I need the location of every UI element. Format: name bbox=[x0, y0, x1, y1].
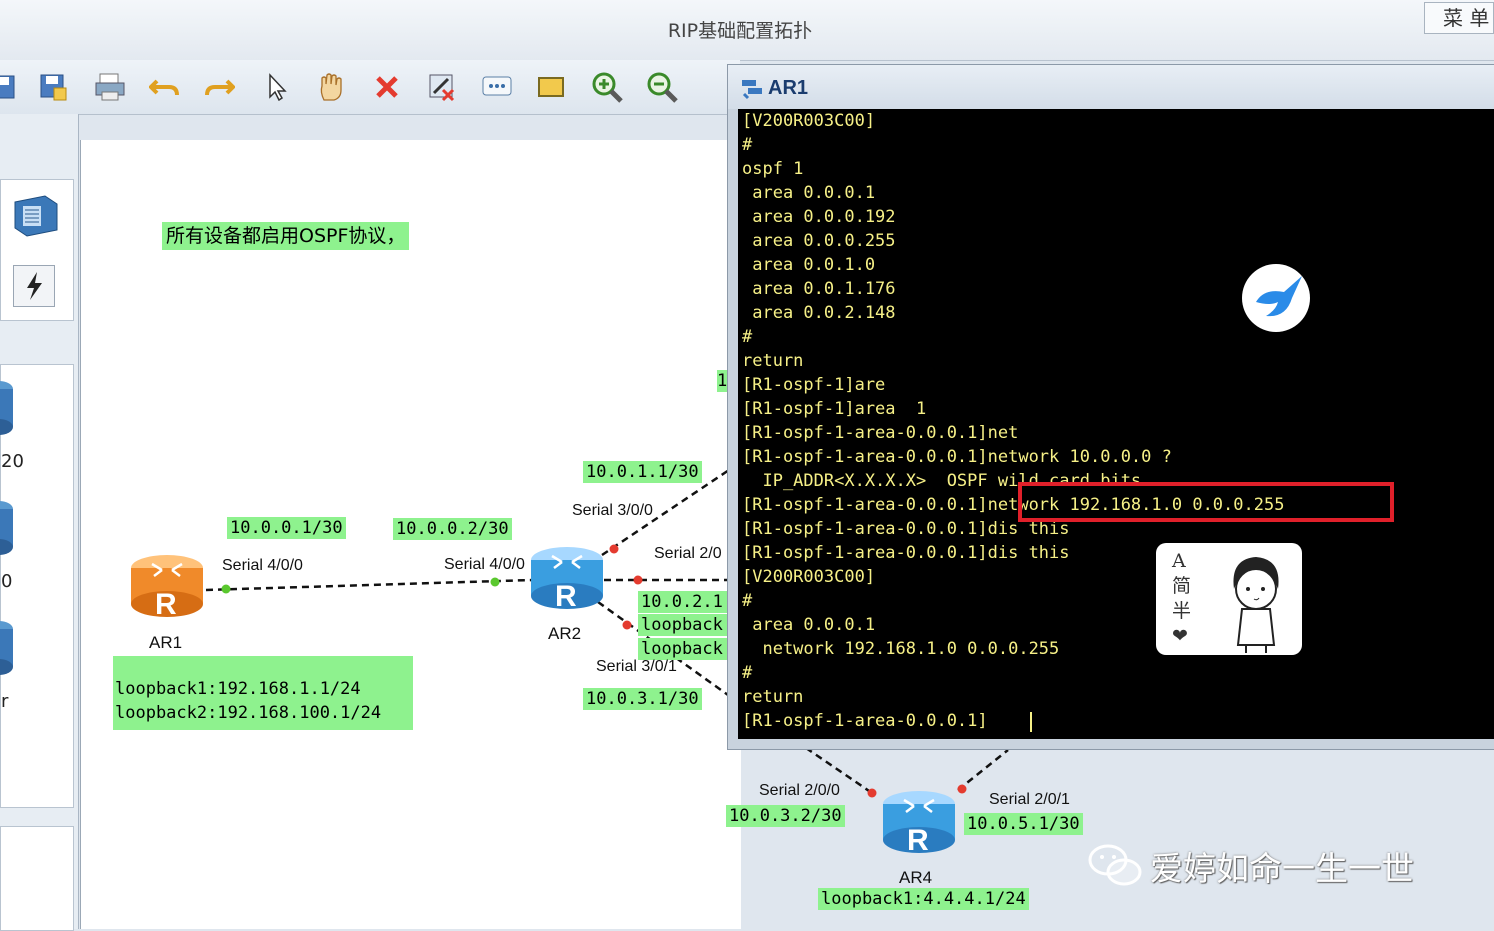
terminal-app-icon bbox=[740, 76, 766, 104]
ip-label: 10.0.5.1/30 bbox=[964, 813, 1083, 835]
terminal-line: area 0.0.0.192 bbox=[742, 207, 896, 227]
ip-label: 10.0.0.2/30 bbox=[393, 518, 512, 540]
router-ar1-icon[interactable]: R bbox=[128, 552, 206, 626]
port-dot bbox=[633, 575, 643, 585]
terminal-line: area 0.0.2.148 bbox=[742, 303, 896, 323]
terminal-line: ospf 1 bbox=[742, 159, 804, 179]
interface-label: Serial 2/0/0 bbox=[759, 782, 840, 799]
ip-label: 10.0.3.2/30 bbox=[726, 805, 845, 827]
port-dot bbox=[221, 584, 231, 594]
terminal-line: # bbox=[742, 327, 753, 347]
terminal-line: [V200R003C00] bbox=[742, 567, 876, 587]
svg-text:R: R bbox=[907, 824, 929, 857]
sticker-char: A bbox=[1172, 550, 1186, 572]
interface-label: Serial 4/0/0 bbox=[444, 556, 525, 573]
link-ar1-ar2 bbox=[205, 578, 533, 592]
terminal-line: area 0.0.1.176 bbox=[742, 279, 896, 299]
terminal-line: area 0.0.0.1 bbox=[742, 183, 876, 203]
terminal-line: return bbox=[742, 351, 804, 371]
sticker-char: 简 bbox=[1172, 575, 1192, 597]
sticker-char: ❤ bbox=[1172, 625, 1188, 647]
terminal-title: AR1 bbox=[768, 77, 809, 99]
watermark-text: 爱婷如命一生一世 bbox=[1150, 849, 1414, 888]
router-ar4-icon[interactable]: R bbox=[880, 788, 958, 862]
terminal-line: # bbox=[742, 135, 753, 155]
terminal-window[interactable]: AR1 [V200R003C00] # ospf 1 area 0.0.0.1 … bbox=[727, 64, 1494, 750]
interface-label: Serial 3/0/1 bbox=[596, 658, 677, 675]
ip-label: 1 bbox=[717, 370, 727, 392]
sticker-text: A 简 半 ❤ bbox=[1172, 549, 1191, 649]
terminal-output[interactable]: [V200R003C00] # ospf 1 area 0.0.0.1 area… bbox=[738, 109, 1494, 739]
cartoon-girl-icon bbox=[1216, 549, 1296, 657]
interface-label: Serial 4/0/0 bbox=[222, 557, 303, 574]
interface-label: Serial 3/0/0 bbox=[572, 502, 653, 519]
terminal-line: # bbox=[742, 591, 753, 611]
svg-text:R: R bbox=[155, 588, 177, 621]
ip-label: 10.0.1.1/30 bbox=[583, 461, 702, 483]
port-dot bbox=[957, 784, 967, 794]
terminal-cursor bbox=[1030, 712, 1032, 732]
loopback-label: loopback bbox=[638, 614, 734, 636]
terminal-line: area 0.0.1.0 bbox=[742, 255, 876, 275]
loopback-label: loopback1:4.4.4.1/24 bbox=[818, 888, 1029, 910]
bird-logo-icon bbox=[1240, 262, 1312, 338]
interface-label: Serial 2/0/1 bbox=[989, 791, 1070, 808]
terminal-line: area 0.0.0.1 bbox=[742, 615, 876, 635]
terminal-line: return bbox=[742, 687, 804, 707]
wechat-icon bbox=[1086, 840, 1146, 894]
terminal-line: [R1-ospf-1-area-0.0.0.1]network 10.0.0.0… bbox=[742, 447, 1172, 467]
loopback-label: loopback2:192.168.100.1/24 bbox=[115, 703, 382, 723]
ip-label: 10.0.3.1/30 bbox=[583, 688, 702, 710]
terminal-line: [R1-ospf-1]area 1 bbox=[742, 399, 927, 419]
router-name: AR4 bbox=[899, 868, 933, 887]
terminal-prompt[interactable]: [R1-ospf-1-area-0.0.0.1] bbox=[742, 709, 988, 733]
router-ar2-icon[interactable]: R bbox=[528, 544, 606, 618]
highlight-box bbox=[1018, 482, 1394, 522]
port-dot bbox=[490, 577, 500, 587]
router-name: AR1 bbox=[149, 633, 183, 652]
port-dot bbox=[609, 544, 619, 554]
terminal-line: [R1-ospf-1]are bbox=[742, 375, 886, 395]
terminal-line: [R1-ospf-1-area-0.0.0.1]net bbox=[742, 423, 1019, 443]
port-dot bbox=[622, 620, 632, 630]
ip-label: 10.0.2.1 bbox=[638, 591, 734, 613]
terminal-line: [V200R003C00] bbox=[742, 111, 876, 131]
port-dot bbox=[867, 788, 877, 798]
ar1-loopback-box: loopback1:192.168.1.1/24 loopback2:192.1… bbox=[113, 656, 413, 730]
terminal-line: [R1-ospf-1-area-0.0.0.1]dis this bbox=[742, 543, 1070, 563]
link-ar4-s201 bbox=[957, 749, 1009, 791]
loopback-label: loopback bbox=[638, 638, 734, 660]
terminal-line: network 192.168.1.0 0.0.0.255 bbox=[742, 639, 1060, 659]
ip-label: 10.0.0.1/30 bbox=[227, 517, 346, 539]
interface-label: Serial 2/0 bbox=[654, 545, 722, 562]
loopback-label: loopback1:192.168.1.1/24 bbox=[115, 679, 361, 699]
terminal-titlebar[interactable]: AR1 bbox=[728, 65, 1494, 109]
router-name: AR2 bbox=[548, 624, 582, 643]
terminal-line: # bbox=[742, 663, 753, 683]
sticker-char: 半 bbox=[1172, 600, 1192, 622]
topology-note: 所有设备都启用OSPF协议， bbox=[162, 222, 410, 250]
svg-text:R: R bbox=[555, 580, 577, 613]
cartoon-sticker: A 简 半 ❤ bbox=[1156, 543, 1302, 655]
terminal-line: area 0.0.0.255 bbox=[742, 231, 896, 251]
